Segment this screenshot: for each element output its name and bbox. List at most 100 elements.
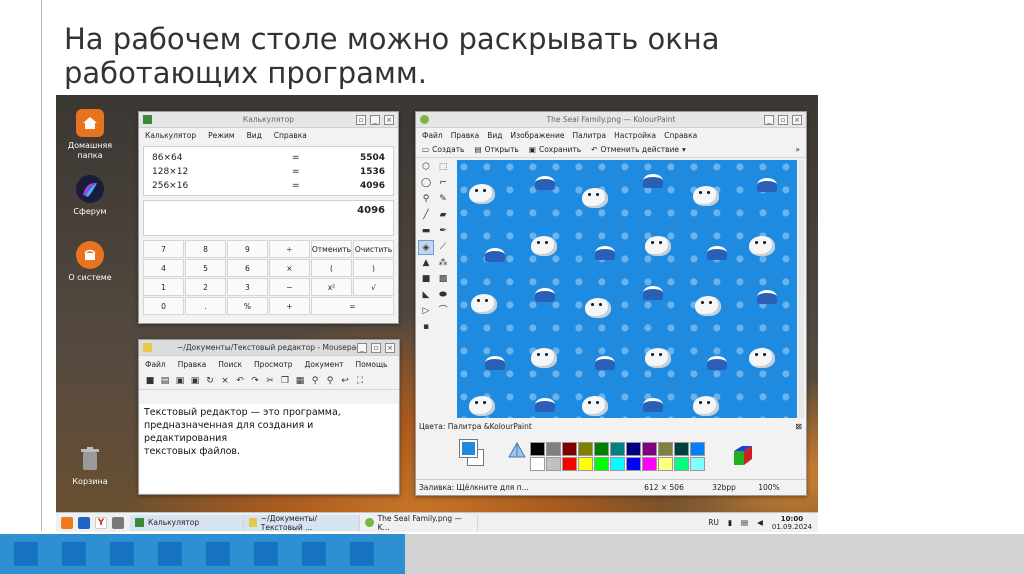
key-0[interactable]: 0 xyxy=(143,297,184,315)
reload-icon[interactable]: ↻ xyxy=(205,376,215,386)
airbrush-icon[interactable]: ▲ xyxy=(418,256,434,271)
zoom-icon[interactable]: ⚲ xyxy=(418,192,434,207)
clock[interactable]: 10:00 01.09.2024 xyxy=(772,515,812,531)
menu-help[interactable]: Помощь xyxy=(356,360,388,369)
notifications-icon[interactable]: ▮ xyxy=(728,518,732,527)
palette-swatch[interactable] xyxy=(642,442,657,456)
opaque-mode-icon[interactable]: ▪ xyxy=(418,320,434,335)
replace-icon[interactable]: ⚲ xyxy=(325,376,335,386)
show-desktop-icon[interactable] xyxy=(78,516,90,529)
close-icon[interactable]: × xyxy=(384,115,394,125)
key-undo[interactable]: Отменить xyxy=(310,240,353,258)
start-menu-icon[interactable] xyxy=(61,516,73,529)
ellipse-select-icon[interactable]: ◯ xyxy=(418,176,434,191)
menu-search[interactable]: Поиск xyxy=(218,360,242,369)
editor-titlebar[interactable]: ~/Документы/Текстовый редактор - Mousepa… xyxy=(139,340,399,356)
menu-view[interactable]: Просмотр xyxy=(254,360,293,369)
rectangle-icon[interactable]: ■ xyxy=(418,272,434,287)
toolbar-overflow-icon[interactable]: » xyxy=(795,145,806,154)
palette-swatch[interactable] xyxy=(546,442,561,456)
palette-swatch[interactable] xyxy=(626,457,641,471)
rect-select-icon[interactable]: ⬚ xyxy=(435,160,451,175)
paint-titlebar[interactable]: The Seal Family.png — KolourPaint _ ▫ × xyxy=(416,112,806,128)
menu-edit[interactable]: Правка xyxy=(178,360,207,369)
key-7[interactable]: 7 xyxy=(143,240,184,258)
palette-swatch[interactable] xyxy=(530,457,545,471)
palette-swatch[interactable] xyxy=(642,457,657,471)
key-divide[interactable]: ÷ xyxy=(268,240,310,258)
desktop-icon-about[interactable]: О системе xyxy=(62,241,118,283)
close-icon[interactable]: × xyxy=(385,343,395,353)
brush-icon[interactable]: ▬ xyxy=(418,224,434,239)
history-row[interactable]: 128×12 = 1536 xyxy=(152,165,385,179)
palette-swatch[interactable] xyxy=(658,457,673,471)
editor-text-area[interactable]: Текстовый редактор — это программа, пред… xyxy=(140,404,398,493)
menu-view[interactable]: Вид xyxy=(247,131,262,140)
menu-help[interactable]: Справка xyxy=(664,131,697,140)
minimize-icon[interactable]: _ xyxy=(357,343,367,353)
color-similarity-icon[interactable] xyxy=(508,441,526,460)
menu-edit[interactable]: Правка xyxy=(451,131,480,140)
palette-swatch[interactable] xyxy=(546,457,561,471)
task-calculator[interactable]: Калькулятор xyxy=(130,514,244,531)
maximize-icon[interactable]: ▫ xyxy=(778,115,788,125)
key-minus[interactable]: − xyxy=(268,278,310,296)
calculator-titlebar[interactable]: Калькулятор ▫ _ × xyxy=(139,112,398,128)
keyboard-layout-indicator[interactable]: RU xyxy=(708,518,719,527)
palette-swatch[interactable] xyxy=(626,442,641,456)
image-canvas[interactable] xyxy=(457,160,797,418)
search-icon[interactable]: ⚲ xyxy=(310,376,320,386)
palette-swatch[interactable] xyxy=(674,457,689,471)
desktop-icon-sferum[interactable]: Сферум xyxy=(62,175,118,217)
key-5[interactable]: 5 xyxy=(184,259,226,277)
key-sqrt[interactable]: √ xyxy=(353,278,394,296)
key-9[interactable]: 9 xyxy=(226,240,268,258)
ellipse-icon[interactable]: ⬬ xyxy=(435,288,451,303)
polygon-icon[interactable]: ▷ xyxy=(418,304,434,319)
desktop-icon-trash[interactable]: Корзина xyxy=(62,445,118,487)
palette-swatch[interactable] xyxy=(674,442,689,456)
crop-icon[interactable]: ⌐ xyxy=(435,176,451,191)
key-multiply[interactable]: × xyxy=(268,259,310,277)
key-8[interactable]: 8 xyxy=(184,240,226,258)
eraser-icon[interactable]: ▰ xyxy=(435,208,451,223)
fullscreen-icon[interactable]: ⛶ xyxy=(355,376,365,386)
palette-swatch[interactable] xyxy=(594,442,609,456)
vertical-scrollbar[interactable] xyxy=(798,160,804,418)
copy-icon[interactable]: ❐ xyxy=(280,376,290,386)
volume-icon[interactable]: ◀ xyxy=(757,518,763,527)
key-open-paren[interactable]: ( xyxy=(310,259,353,277)
color-picker-icon[interactable]: ⟋ xyxy=(435,240,451,255)
menu-palette[interactable]: Палитра xyxy=(572,131,606,140)
color-cube-icon[interactable] xyxy=(732,444,754,466)
text-icon[interactable]: ✎ xyxy=(435,192,451,207)
menu-settings[interactable]: Настройка xyxy=(614,131,656,140)
key-1[interactable]: 1 xyxy=(143,278,184,296)
key-equals[interactable]: = xyxy=(310,297,394,315)
app-store-icon[interactable] xyxy=(112,516,124,529)
save-as-icon[interactable]: ▣ xyxy=(190,376,200,386)
maximize-icon[interactable]: ▫ xyxy=(356,115,366,125)
open-file-icon[interactable]: ▤ xyxy=(160,376,170,386)
create-button[interactable]: ▭ Создать xyxy=(422,145,464,154)
menu-file[interactable]: Файл xyxy=(422,131,443,140)
redo-icon[interactable]: ↷ xyxy=(250,376,260,386)
palette-swatch[interactable] xyxy=(610,442,625,456)
key-decimal[interactable]: . xyxy=(184,297,226,315)
task-text-editor[interactable]: ~/Документы/Текстовый ... xyxy=(244,514,360,532)
undo-button[interactable]: ↶ Отменить действие ▾ xyxy=(591,145,686,154)
palette-swatch[interactable] xyxy=(562,442,577,456)
palette-swatch[interactable] xyxy=(690,442,705,456)
palette-swatch[interactable] xyxy=(530,442,545,456)
network-icon[interactable]: ▤ xyxy=(741,518,748,527)
yandex-browser-icon[interactable]: Y xyxy=(95,516,107,529)
connector-icon[interactable]: ◣ xyxy=(418,288,434,303)
paste-icon[interactable]: ▦ xyxy=(295,376,305,386)
history-row[interactable]: 86×64 = 5504 xyxy=(152,151,385,165)
free-select-icon[interactable]: ⬡ xyxy=(418,160,434,175)
palette-swatch[interactable] xyxy=(690,457,705,471)
palette-swatch[interactable] xyxy=(578,442,593,456)
desktop-icon-home[interactable]: Домашняя папка xyxy=(62,109,118,161)
open-button[interactable]: ▤ Открыть xyxy=(474,145,518,154)
menu-view[interactable]: Вид xyxy=(487,131,502,140)
